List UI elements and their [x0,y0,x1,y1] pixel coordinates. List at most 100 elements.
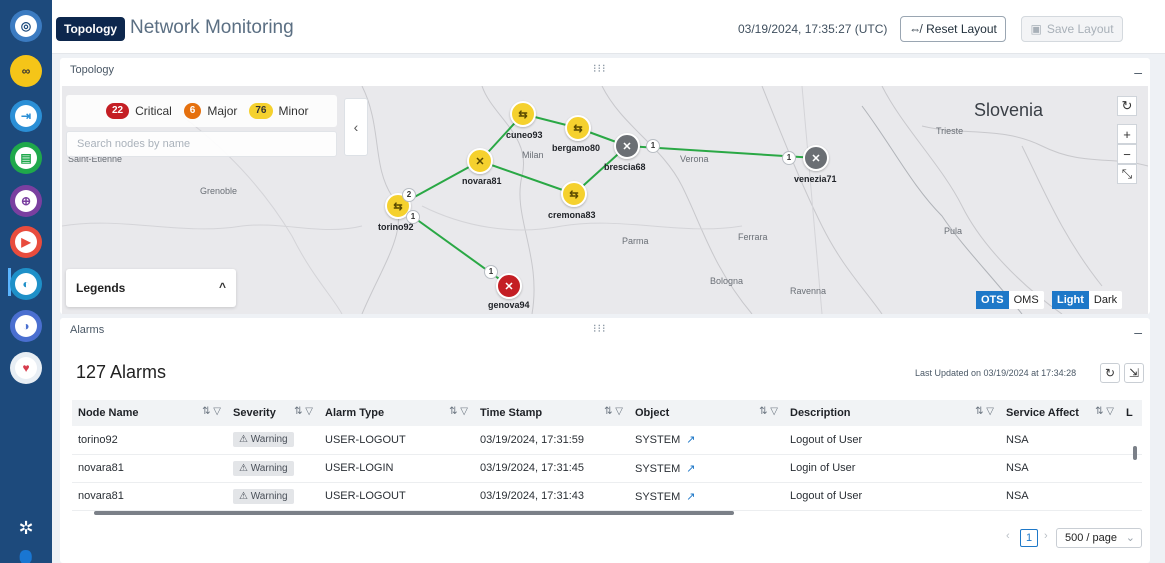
user-icon[interactable]: 👤 [10,544,42,563]
node-cuneo93[interactable]: ⇆ [510,101,536,127]
cell-object: SYSTEM [635,490,681,503]
col-description[interactable]: Description ⇅ ▽ [784,400,1000,426]
col-time-stamp[interactable]: Time Stamp ⇅ ▽ [474,400,629,426]
sort-filter-icon[interactable]: ⇅ ▽ [449,406,468,417]
home-app-icon[interactable]: ◎ [10,10,42,42]
node-novara81[interactable]: ✕ [467,148,493,174]
zoom-out-icon[interactable]: − [1117,144,1137,164]
map-label-verona: Verona [680,154,709,164]
top-header: Topology Network Monitoring 03/19/2024, … [52,0,1165,54]
gear-icon[interactable]: ✲ [10,512,42,544]
oms-option[interactable]: OMS [1009,291,1044,309]
table-row[interactable]: torino92 ⚠ Warning USER-LOGOUT 03/19/202… [72,426,1142,454]
col-label: Service Affect [1006,407,1079,419]
cell-description: Login of User [790,462,856,474]
fit-screen-icon[interactable]: ⤡ [1117,164,1137,184]
chevron-up-icon[interactable]: ^ [219,280,226,294]
cell-type: USER-LOGOUT [325,433,406,446]
sort-filter-icon[interactable]: ⇅ ▽ [1095,406,1114,417]
globe-app-icon[interactable]: ◑ [10,310,42,342]
major-count-badge[interactable]: 6 [183,103,202,119]
exit-app-icon[interactable]: ⇥ [10,100,42,132]
scrollbar-thumb[interactable] [1133,446,1137,460]
cell-node: novara81 [78,490,124,502]
node-search-input[interactable]: Search nodes by name [66,131,337,157]
refresh-map-icon[interactable]: ↻ [1117,96,1137,116]
critical-count-badge[interactable]: 22 [106,103,130,119]
node-label-cuneo93: cuneo93 [506,130,543,140]
minor-label: Minor [278,104,309,118]
play-app-icon[interactable]: ▶ [10,226,42,258]
external-link-icon[interactable]: ↗ [686,491,695,503]
page-number[interactable]: 1 [1020,529,1038,547]
chevron-down-icon: ⌄ [1125,532,1135,544]
collapse-panel-button[interactable]: ‹ [344,98,368,156]
node-genova94[interactable]: ✕ [496,273,522,299]
col-label: Severity [233,407,276,419]
cell-description: Logout of User [790,433,863,446]
link-badge: 2 [402,188,416,202]
col-node-name[interactable]: Node Name ⇅ ▽ [72,400,227,426]
topology-app-icon[interactable]: ◐ [10,268,42,300]
link-app-icon[interactable]: ∞ [10,55,42,87]
node-venezia71[interactable]: ✕ [803,145,829,171]
col-alarm-type[interactable]: Alarm Type ⇅ ▽ [319,400,474,426]
col-l[interactable]: L [1120,400,1142,426]
save-layout-button[interactable]: ▣ Save Layout [1021,16,1123,42]
col-severity[interactable]: Severity ⇅ ▽ [227,400,319,426]
sort-filter-icon[interactable]: ⇅ ▽ [202,406,221,417]
sort-filter-icon[interactable]: ⇅ ▽ [294,406,313,417]
sort-filter-icon[interactable]: ⇅ ▽ [759,406,778,417]
alarms-panel: Alarms ⁝⁝⁝ – 127 Alarms Last Updated on … [60,318,1150,563]
ots-oms-toggle[interactable]: OTS OMS [976,291,1044,309]
cell-time: 03/19/2024, 17:31:43 [480,490,584,502]
cell-node: novara81 [78,462,124,474]
major-label: Major [207,104,238,118]
prev-page-icon[interactable]: ‹ [1006,530,1010,542]
export-icon[interactable]: ⇲ [1124,363,1144,383]
legends-panel[interactable]: Legends ^ [66,269,236,307]
reset-layout-button[interactable]: ⇎ Reset Layout [900,16,1006,42]
node-bergamo80[interactable]: ⇆ [565,115,591,141]
node-label-cremona83: cremona83 [548,210,596,220]
ots-option[interactable]: OTS [976,291,1009,309]
col-object[interactable]: Object ⇅ ▽ [629,400,784,426]
minor-count-badge[interactable]: 76 [249,103,273,119]
scrollbar-thumb[interactable] [94,511,734,515]
external-link-icon[interactable]: ↗ [686,434,695,446]
next-page-icon[interactable]: › [1044,530,1048,542]
node-label-torino92: torino92 [378,222,414,232]
node-cremona83[interactable]: ⇆ [561,181,587,207]
search-heart-app-icon[interactable]: ♥ [10,352,42,384]
sort-filter-icon[interactable]: ⇅ ▽ [975,406,994,417]
horizontal-scrollbar[interactable] [80,510,1130,516]
dark-option[interactable]: Dark [1089,291,1122,309]
drag-handle-icon[interactable]: ⁝⁝⁝ [593,62,607,75]
minimize-icon[interactable]: – [1134,64,1142,80]
alarms-count: 127 Alarms [76,362,167,382]
severity-summary: 22 Critical 6 Major 76 Minor [66,95,337,127]
col-service-affect[interactable]: Service Affect ⇅ ▽ [1000,400,1120,426]
node-label-novara81: novara81 [462,176,502,186]
minimize-icon[interactable]: – [1134,324,1142,340]
light-option[interactable]: Light [1052,291,1089,309]
table-header-row: Node Name ⇅ ▽ Severity ⇅ ▽ Alarm Type ⇅ ▽ T… [72,400,1142,426]
page-size-select[interactable]: 500 / page ⌄ [1056,528,1142,548]
zoom-in-icon[interactable]: + [1117,124,1137,144]
document-app-icon[interactable]: ▤ [10,142,42,174]
node-brescia68[interactable]: ✕ [614,133,640,159]
external-link-icon[interactable]: ↗ [686,463,695,475]
refresh-icon[interactable]: ↻ [1100,363,1120,383]
vertical-scrollbar[interactable] [1131,426,1139,506]
table-row[interactable]: novara81 ⚠ Warning USER-LOGIN 03/19/2024… [72,454,1142,482]
theme-toggle[interactable]: Light Dark [1052,291,1123,309]
node-label-brescia68: brescia68 [604,162,646,172]
sort-filter-icon[interactable]: ⇅ ▽ [604,406,623,417]
col-label: Description [790,407,851,419]
plus-target-app-icon[interactable]: ⊕ [10,185,42,217]
drag-handle-icon[interactable]: ⁝⁝⁝ [593,322,607,335]
node-label-bergamo80: bergamo80 [552,143,601,153]
table-row[interactable]: novara81 ⚠ Warning USER-LOGOUT 03/19/202… [72,482,1142,510]
topology-map[interactable]: Saint-Etienne Grenoble Milan Verona Parm… [62,86,1148,314]
severity-badge: ⚠ Warning [233,460,294,476]
